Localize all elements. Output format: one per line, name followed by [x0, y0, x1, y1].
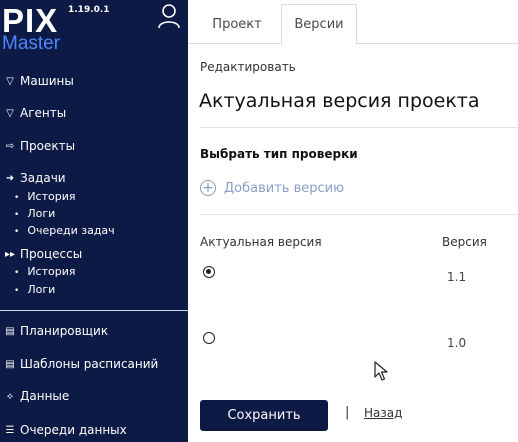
sidebar-item-label: Задачи: [20, 171, 66, 185]
edit-label: Редактировать: [200, 60, 296, 74]
sidebar-subitem-process-logs[interactable]: Логи: [14, 283, 55, 296]
mouse-cursor-icon: [374, 361, 388, 381]
sidebar-item-scheduler[interactable]: ▤ Планировщик: [4, 324, 108, 338]
version-cell: 1.0: [447, 336, 467, 350]
data-icon: ⟡: [6, 390, 14, 402]
sidebar-divider: [0, 310, 188, 311]
sidebar-item-agents[interactable]: ▽ Агенты: [4, 106, 66, 120]
sidebar-item-machines[interactable]: ▽ Машины: [4, 74, 74, 88]
sidebar-item-schedule-templates[interactable]: ▤ Шаблоны расписаний: [4, 357, 158, 371]
fast-forward-icon: ▸▸: [4, 248, 16, 260]
add-version-label: Добавить версию: [224, 180, 345, 196]
separator: |: [345, 405, 350, 420]
column-header-actual-version: Актуальная версия: [200, 235, 322, 249]
app-logo[interactable]: PIX Master: [2, 4, 60, 53]
sidebar: PIX Master 1.19.0.1 ▽ Машины ▽ Агенты ⇨ …: [0, 0, 188, 442]
tab-project[interactable]: Проект: [202, 4, 272, 44]
page-title: Актуальная версия проекта: [199, 90, 480, 112]
column-header-version: Версия: [442, 235, 487, 249]
filter-icon: ▽: [6, 75, 14, 87]
radio-actual-version-1-0[interactable]: [203, 332, 215, 344]
sidebar-item-label: Данные: [20, 389, 70, 403]
arrow-solid-icon: ➜: [5, 172, 15, 184]
sidebar-subitem-tasks-history[interactable]: История: [14, 190, 75, 203]
sidebar-item-label: Процессы: [20, 247, 83, 261]
calendar-icon: ▤: [5, 325, 15, 337]
arrow-outline-icon: ⇨: [5, 140, 15, 152]
save-button[interactable]: Сохранить: [200, 400, 328, 431]
back-link[interactable]: Назад: [364, 406, 402, 420]
sidebar-item-label: Шаблоны расписаний: [20, 357, 159, 371]
plus-circle-icon: +: [200, 180, 216, 196]
section-title: Выбрать тип проверки: [200, 147, 358, 161]
sidebar-subitem-task-queues[interactable]: Очереди задач: [14, 224, 114, 237]
version-cell: 1.1: [447, 270, 467, 284]
sidebar-subitem-tasks-logs[interactable]: Логи: [14, 207, 55, 220]
app-root: PIX Master 1.19.0.1 ▽ Машины ▽ Агенты ⇨ …: [0, 0, 518, 442]
sidebar-item-label: Машины: [20, 74, 74, 88]
main-content: Редактировать Актуальная версия проекта …: [188, 44, 518, 442]
calendar-icon: ▤: [5, 358, 15, 370]
sidebar-item-label: Очереди данных: [20, 423, 127, 437]
sidebar-subitem-process-history[interactable]: История: [14, 265, 75, 278]
sidebar-item-label: Планировщик: [20, 324, 109, 338]
sidebar-item-data[interactable]: ⟡ Данные: [4, 389, 70, 403]
tab-bar: Проект Версии: [188, 0, 518, 45]
sidebar-item-label: Агенты: [20, 106, 67, 120]
tab-versions[interactable]: Версии: [281, 4, 357, 45]
add-version-button[interactable]: + Добавить версию: [200, 180, 344, 196]
logo-sub: Master: [2, 33, 61, 54]
list-icon: ☰: [5, 424, 15, 436]
sidebar-item-projects[interactable]: ⇨ Проекты: [4, 139, 75, 153]
sidebar-item-tasks[interactable]: ➜ Задачи: [4, 171, 66, 185]
sidebar-item-label: Проекты: [20, 139, 76, 153]
user-icon[interactable]: [157, 3, 181, 29]
sidebar-item-data-queues[interactable]: ☰ Очереди данных: [4, 423, 127, 437]
app-version: 1.19.0.1: [68, 5, 110, 15]
filter-icon: ▽: [6, 107, 14, 119]
sidebar-item-processes[interactable]: ▸▸ Процессы: [4, 247, 82, 261]
divider: [200, 214, 518, 215]
divider: [200, 127, 518, 128]
radio-actual-version-1-1[interactable]: [203, 266, 215, 278]
